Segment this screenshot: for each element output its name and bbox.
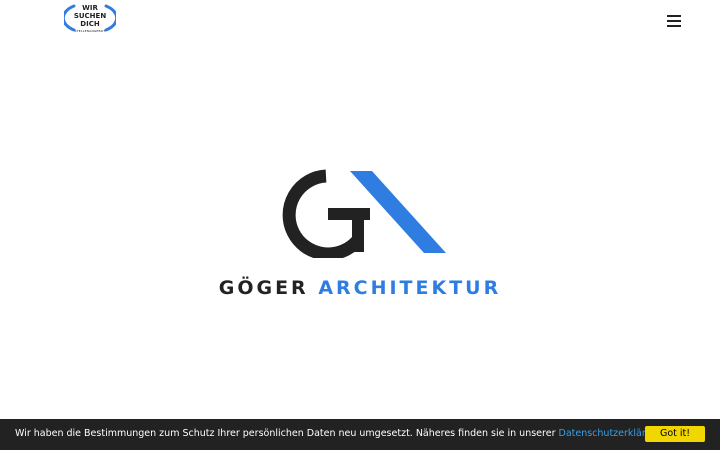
menu-bar-middle [667, 20, 681, 22]
hamburger-menu-icon[interactable] [665, 12, 685, 30]
brand-name: GÖGER ARCHITEKTUR [200, 277, 520, 299]
brand-first-word: GÖGER [218, 277, 309, 299]
badge-line-3: DICH [80, 20, 100, 28]
badge-line-4: STELLENANGEBOT [74, 29, 106, 33]
ga-logo-mark [282, 169, 446, 258]
cookie-message: Wir haben die Bestimmungen zum Schutz Ih… [15, 428, 667, 439]
cookie-accept-button[interactable]: Got it! [645, 426, 705, 442]
brand-second-word: ARCHITEKTUR [318, 277, 502, 299]
page: WIR SUCHEN DICH STELLENANGEBOT GÖGER ARC… [0, 0, 720, 450]
badge-line-1: WIR [82, 4, 98, 12]
menu-bar-top [667, 15, 681, 17]
badge-line-2: SUCHEN [73, 12, 107, 20]
wir-suchen-dich-badge[interactable]: WIR SUCHEN DICH STELLENANGEBOT [64, 2, 116, 36]
cookie-message-text: Wir haben die Bestimmungen zum Schutz Ih… [15, 428, 559, 439]
cookie-banner: Wir haben die Bestimmungen zum Schutz Ih… [0, 419, 720, 450]
menu-bar-bottom [667, 25, 681, 27]
